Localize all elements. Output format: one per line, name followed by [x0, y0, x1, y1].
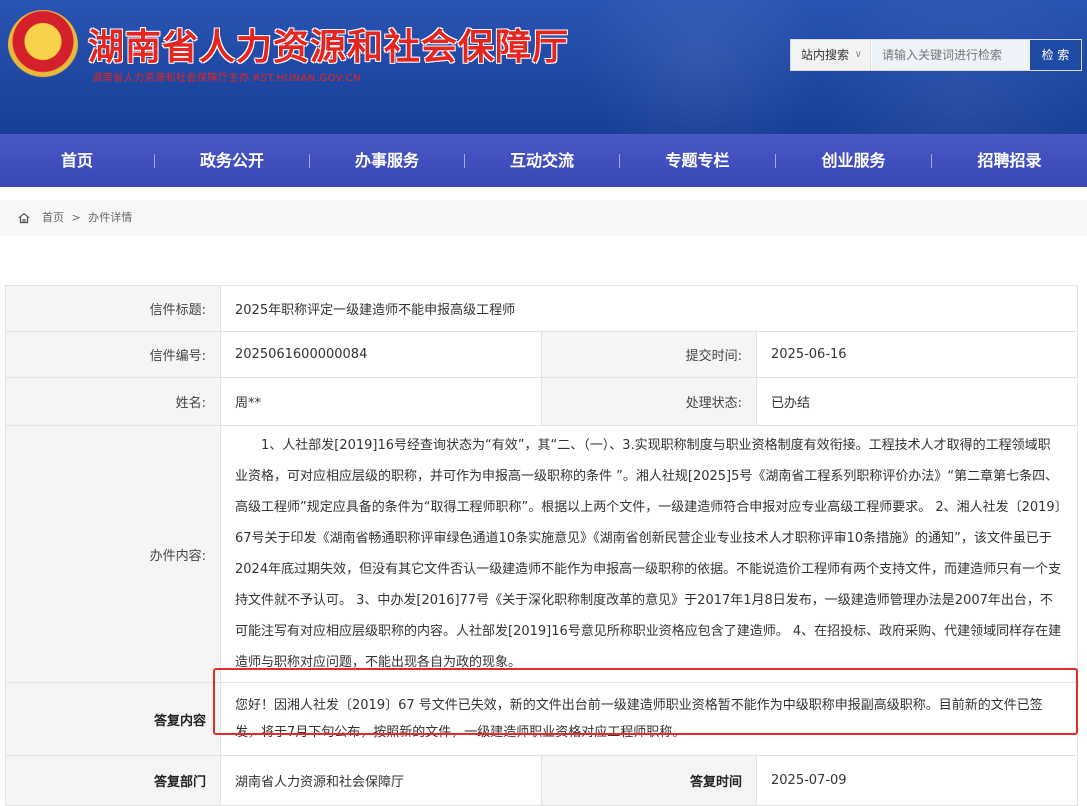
nav-item-interaction[interactable]: 互动交流 — [465, 134, 619, 187]
title-label: 信件标题: — [5, 285, 221, 332]
table-row: 答复部门 湖南省人力资源和社会保障厅 答复时间 2025-07-09 — [5, 755, 1078, 806]
home-icon — [18, 212, 30, 224]
breadcrumb-current: 办件详情 — [88, 211, 133, 224]
number-value: 2025061600000084 — [220, 331, 542, 378]
main-nav: 首页 政务公开 办事服务 互动交流 专题专栏 创业服务 招聘招录 — [0, 134, 1087, 187]
submit-time-label: 提交时间: — [541, 331, 757, 378]
dept-value: 湖南省人力资源和社会保障厅 — [220, 755, 542, 806]
breadcrumb: 首页 > 办件详情 — [0, 200, 1087, 236]
breadcrumb-home-link[interactable]: 首页 — [42, 211, 64, 224]
content-value: 1、人社部发[2019]16号经查询状态为“有效”，其“二、（一）、3.实现职称… — [235, 438, 1062, 670]
dept-label: 答复部门 — [5, 755, 221, 806]
table-row: 信件标题: 2025年职称评定一级建造师不能申报高级工程师 — [5, 285, 1078, 332]
name-label: 姓名: — [5, 377, 221, 426]
nav-item-services[interactable]: 办事服务 — [310, 134, 464, 187]
status-value: 已办结 — [756, 377, 1078, 426]
site-title[interactable]: 湖南省人力资源和社会保障厅 — [88, 18, 569, 70]
nav-item-entrepreneurship[interactable]: 创业服务 — [776, 134, 931, 187]
site-header: ★ 湖南省人力资源和社会保障厅 湖南省人力资源和社会保障厅主办 RST.HUNA… — [0, 0, 1087, 134]
table-row: 答复内容 您好！因湘人社发〔2019〕67 号文件已失效，新的文件出台前一级建造… — [5, 682, 1078, 756]
national-emblem-icon: ★ — [8, 10, 78, 80]
nav-item-special-topics[interactable]: 专题专栏 — [620, 134, 775, 187]
reply-time-value: 2025-07-09 — [756, 755, 1078, 806]
search-button[interactable]: 检 索 — [1030, 40, 1081, 70]
search-scope-select[interactable]: 站内搜索 ∨ — [791, 40, 871, 70]
search-scope-label: 站内搜索 — [801, 48, 850, 62]
content-label: 办件内容: — [5, 425, 221, 683]
reply-cell: 您好！因湘人社发〔2019〕67 号文件已失效，新的文件出台前一级建造师职业资格… — [220, 682, 1078, 756]
submit-time-value: 2025-06-16 — [756, 331, 1078, 378]
nav-item-recruitment[interactable]: 招聘招录 — [932, 134, 1087, 187]
search-box: 站内搜索 ∨ 检 索 — [790, 39, 1082, 71]
table-row: 办件内容: 1、人社部发[2019]16号经查询状态为“有效”，其“二、（一）、… — [5, 425, 1078, 683]
search-input[interactable] — [872, 40, 1030, 70]
case-detail-table: 信件标题: 2025年职称评定一级建造师不能申报高级工程师 信件编号: 2025… — [5, 285, 1078, 806]
chevron-down-icon: ∨ — [854, 49, 862, 60]
reply-time-label: 答复时间 — [541, 755, 757, 806]
name-value: 周** — [220, 377, 542, 426]
reply-value: 您好！因湘人社发〔2019〕67 号文件已失效，新的文件出台前一级建造师职业资格… — [235, 698, 1043, 740]
nav-item-government-affairs[interactable]: 政务公开 — [155, 134, 309, 187]
site-subtitle: 湖南省人力资源和社会保障厅主办 RST.HUNAN.GOV.CN — [92, 73, 362, 84]
reply-label: 答复内容 — [5, 682, 221, 756]
content-cell: 1、人社部发[2019]16号经查询状态为“有效”，其“二、（一）、3.实现职称… — [220, 425, 1078, 683]
table-row: 姓名: 周** 处理状态: 已办结 — [5, 377, 1078, 426]
table-row: 信件编号: 2025061600000084 提交时间: 2025-06-16 — [5, 331, 1078, 378]
status-label: 处理状态: — [541, 377, 757, 426]
nav-item-home[interactable]: 首页 — [0, 134, 154, 187]
breadcrumb-trail: 首页 > 办件详情 — [42, 200, 132, 236]
title-value: 2025年职称评定一级建造师不能申报高级工程师 — [220, 285, 1078, 332]
breadcrumb-separator: > — [71, 211, 81, 224]
number-label: 信件编号: — [5, 331, 221, 378]
